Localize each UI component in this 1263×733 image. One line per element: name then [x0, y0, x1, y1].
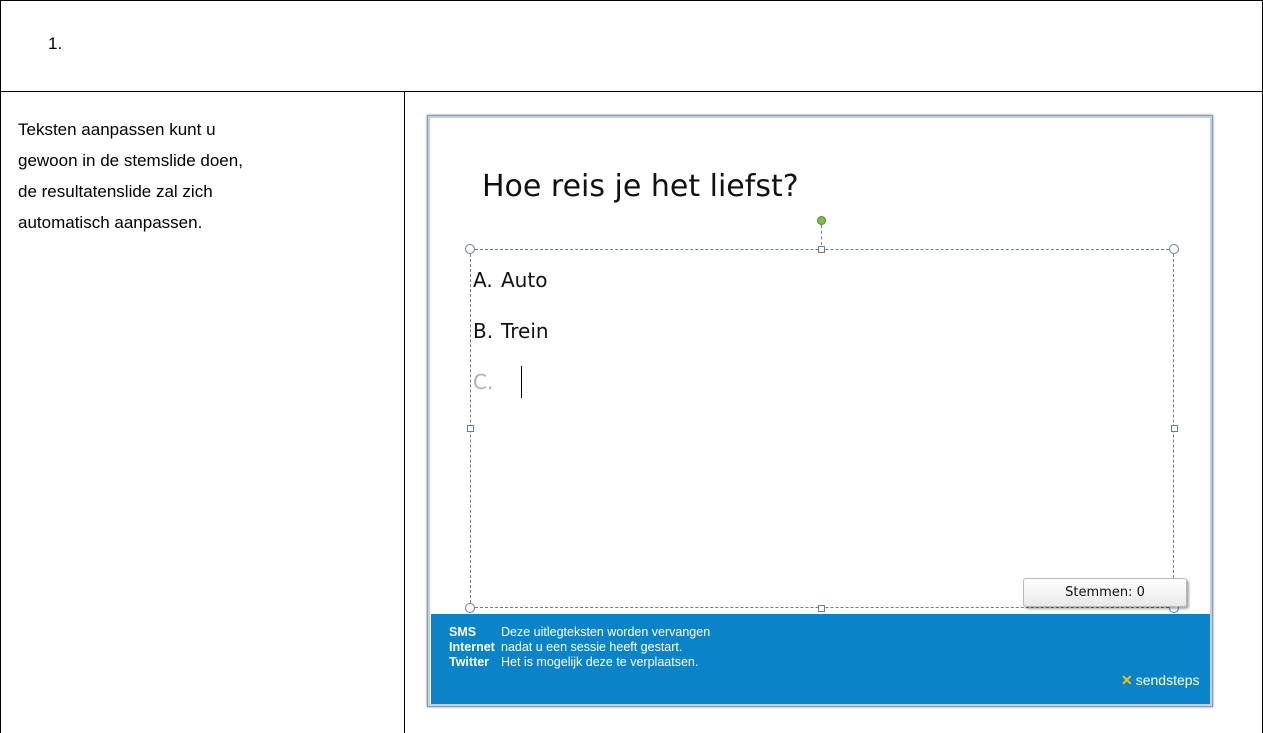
- slide-footer: SMS Deze uitlegteksten worden vervangen I…: [431, 614, 1210, 704]
- sendsteps-logo-icon: ✕: [1121, 672, 1133, 688]
- options-text-box[interactable]: [470, 249, 1174, 608]
- instruction-line: de resultatenslide zal zich: [18, 182, 213, 201]
- footer-text: nadat u een sessie heeft gestart.: [501, 640, 683, 654]
- footer-row-sms: SMS Deze uitlegteksten worden vervangen: [449, 625, 710, 639]
- resize-handle-bottom[interactable]: [818, 605, 825, 612]
- resize-handle-right[interactable]: [1171, 425, 1178, 432]
- table-border-top: [0, 0, 1263, 1]
- option-c[interactable]: C.: [473, 370, 501, 394]
- text-cursor: [521, 366, 522, 398]
- rotate-handle[interactable]: [817, 216, 826, 225]
- resize-handle-left[interactable]: [467, 425, 474, 432]
- resize-handle-top-right[interactable]: [1169, 244, 1179, 254]
- option-letter: B.: [473, 319, 494, 343]
- footer-text: Het is mogelijk deze te verplaatsen.: [501, 655, 699, 669]
- footer-channel: SMS: [449, 625, 477, 639]
- footer-channel: Twitter: [449, 655, 490, 669]
- slide-preview[interactable]: Hoe reis je het liefst? A. Auto B. Trein C…: [427, 115, 1213, 707]
- table-row-divider: [0, 91, 1263, 92]
- resize-handle-top-left[interactable]: [465, 244, 475, 254]
- slide-title[interactable]: Hoe reis je het liefst?: [482, 169, 799, 204]
- rotate-connector: [821, 225, 822, 245]
- resize-handle-bottom-left[interactable]: [465, 603, 475, 613]
- option-a[interactable]: A. Auto: [473, 268, 547, 292]
- table-column-divider: [404, 91, 405, 733]
- instruction-text: Teksten aanpassen kunt u gewoon in de st…: [18, 114, 398, 238]
- option-text: Trein: [501, 319, 549, 343]
- sendsteps-logo: ✕ sendsteps: [1121, 672, 1200, 689]
- resize-handle-top[interactable]: [818, 246, 825, 253]
- option-letter: A.: [473, 268, 493, 292]
- footer-text: Deze uitlegteksten worden vervangen: [501, 625, 711, 639]
- table-border-left: [0, 0, 1, 733]
- instruction-line: gewoon in de stemslide doen,: [18, 151, 243, 170]
- instruction-line: automatisch aanpassen.: [18, 213, 203, 232]
- document-table: 1. Teksten aanpassen kunt u gewoon in de…: [0, 0, 1263, 733]
- step-number: 1.: [48, 34, 63, 53]
- footer-row-twitter: Twitter Het is mogelijk deze te verplaats…: [449, 655, 698, 669]
- option-letter: C.: [473, 370, 494, 394]
- brand-name: sendsteps: [1135, 672, 1200, 688]
- vote-count-button[interactable]: Stemmen: 0: [1023, 578, 1187, 607]
- instruction-line: Teksten aanpassen kunt u: [18, 120, 216, 139]
- footer-channel: Internet: [449, 640, 495, 654]
- option-text: Auto: [501, 268, 548, 292]
- option-b[interactable]: B. Trein: [473, 319, 549, 343]
- footer-row-internet: Internet nadat u een sessie heeft gestart…: [449, 640, 682, 654]
